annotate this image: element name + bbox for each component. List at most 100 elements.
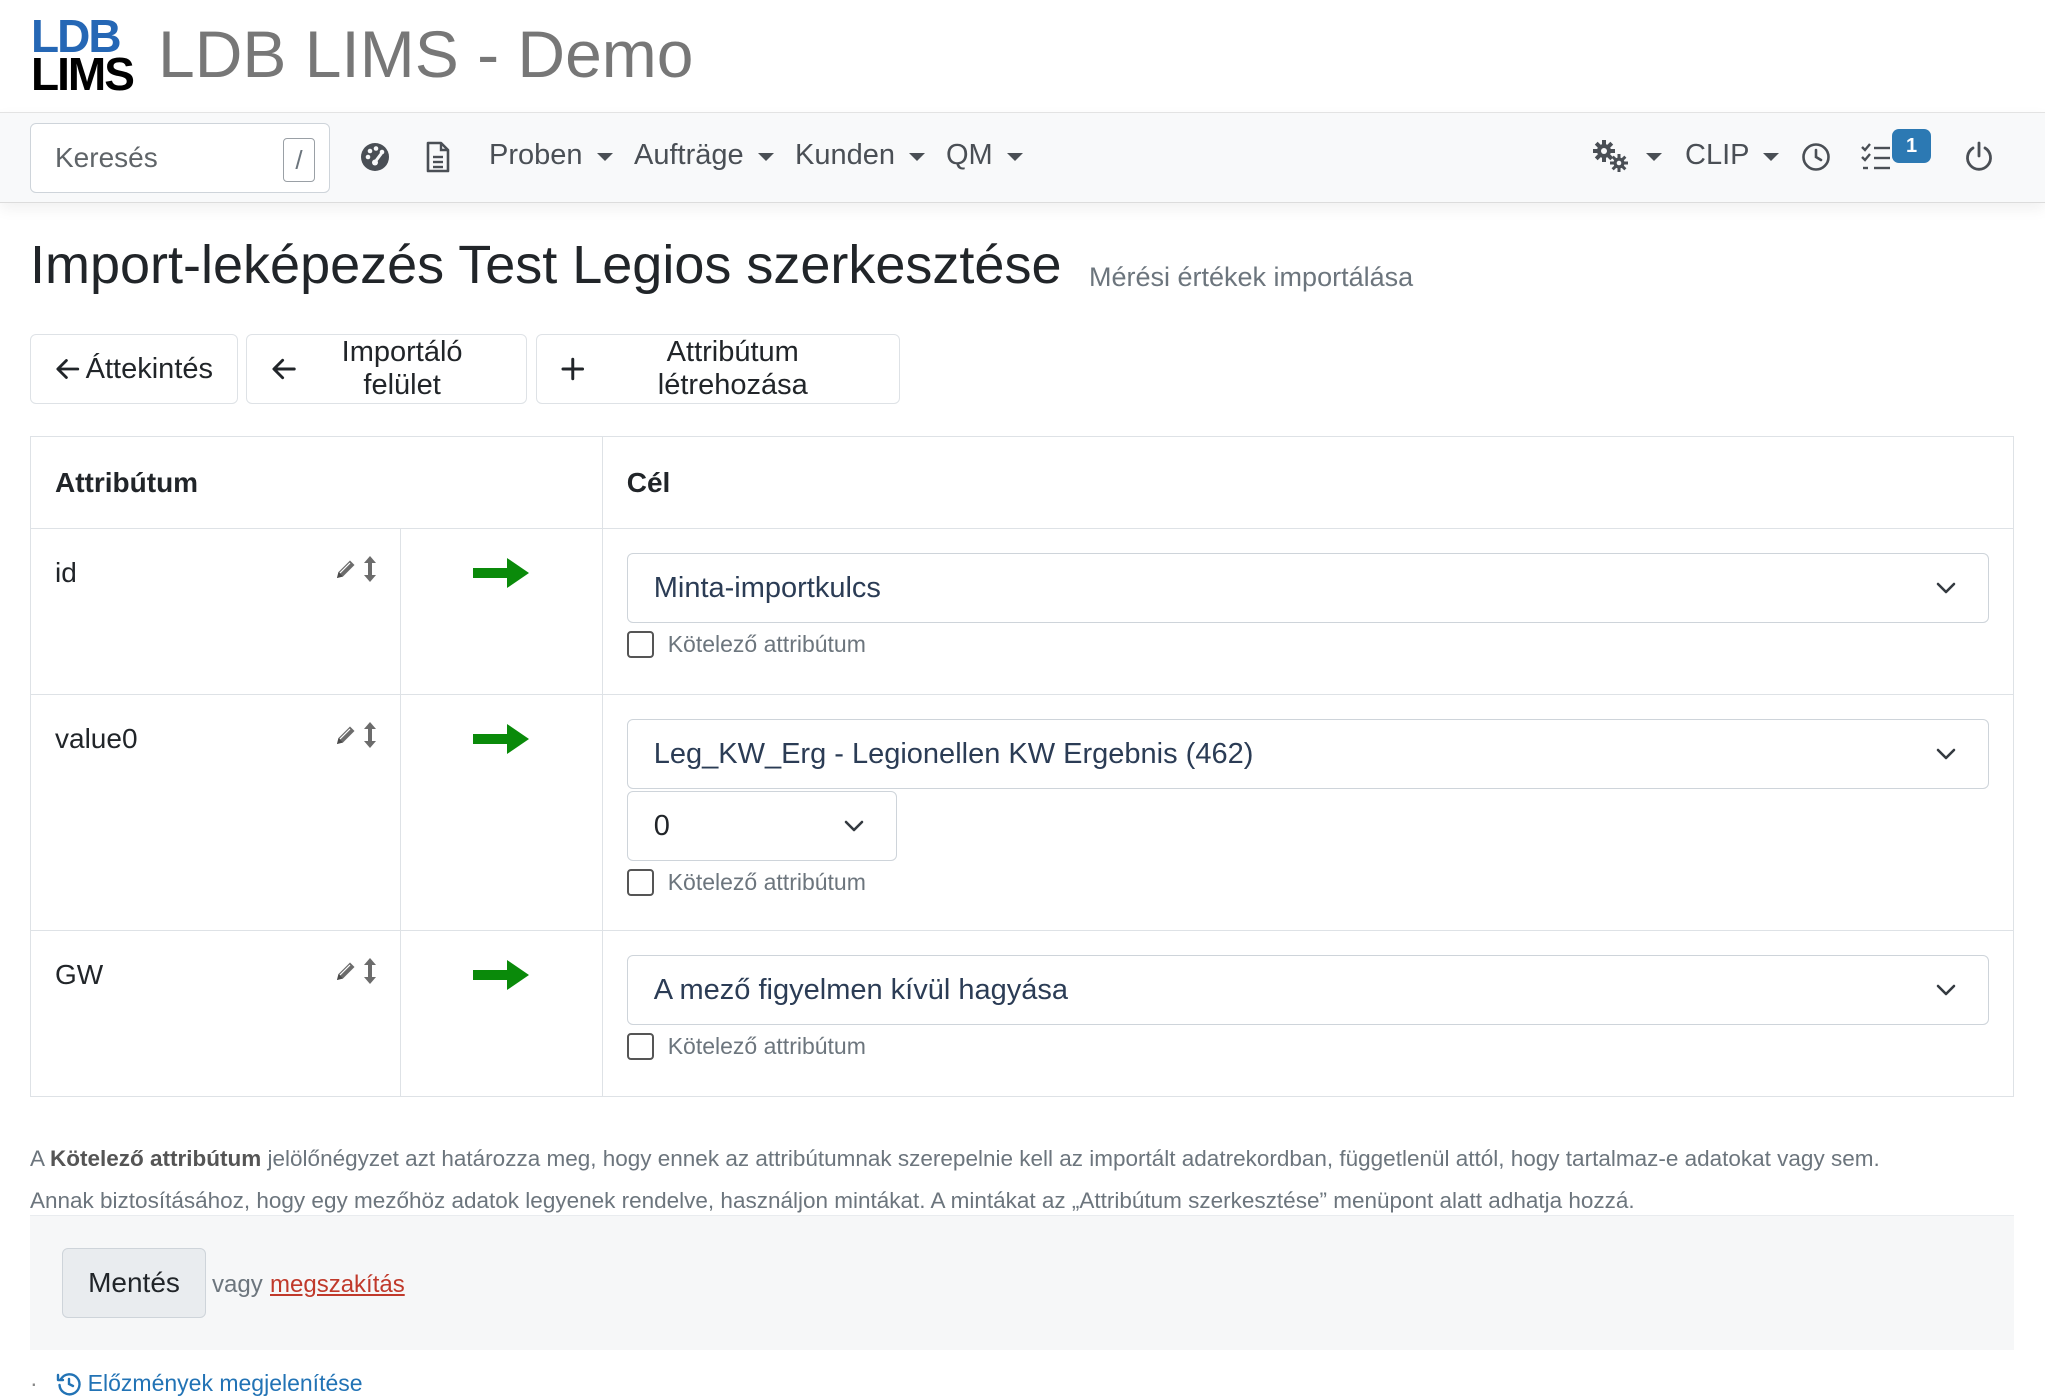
settings-menu[interactable] [1592, 139, 1662, 173]
history-row: · Előzmények megjelenítése [30, 1370, 363, 1397]
index-select-value: 0 [653, 809, 670, 842]
table-row: id Minta-importkulcs Kötelező attribútum [30, 528, 2015, 695]
overview-button-label: Áttekintés [85, 352, 213, 385]
col-header-target: Cél [601, 436, 2015, 529]
required-attribute-checkbox[interactable]: Kötelező attribútum [626, 631, 1989, 658]
overview-button[interactable]: Áttekintés [30, 334, 238, 404]
save-button[interactable]: Mentés [62, 1248, 206, 1318]
page-subtitle: Mérési értékek importálása [1089, 262, 1414, 292]
table-header-row: Attribútum Cél [30, 436, 2015, 529]
checkbox[interactable] [626, 869, 654, 896]
menu-proben[interactable]: Proben [489, 139, 613, 172]
target-select-value: Leg_KW_Erg - Legionellen KW Ergebnis (46… [653, 737, 1254, 770]
chevron-down-icon [1646, 153, 1662, 161]
checkbox[interactable] [626, 631, 654, 658]
menu-clip[interactable]: CLIP [1685, 139, 1780, 172]
document-icon[interactable] [425, 139, 451, 175]
import-view-button[interactable]: Importáló felület [246, 334, 527, 404]
chevron-down-icon [1006, 152, 1023, 161]
arrow-cell [399, 694, 603, 931]
form-actions-bar: Mentés vagy megszakítás [30, 1215, 2014, 1350]
attribute-name: id [55, 557, 77, 588]
pencil-icon[interactable] [334, 959, 358, 983]
chevron-down-icon [1763, 152, 1780, 161]
app-header: LDB LIMS LDB LIMS - Demo [0, 0, 2045, 112]
help-text: A Kötelező attribútum jelölőnégyzet azt … [30, 1138, 2020, 1222]
search-box[interactable]: / [30, 123, 330, 193]
help-line-1-rest: jelölőnégyzet azt határozza meg, hogy en… [261, 1146, 1880, 1171]
drag-handle-icon[interactable] [362, 721, 378, 749]
logo-line2: LIMS [31, 48, 135, 100]
settings-gears-icon [1593, 140, 1628, 172]
tasks-count-badge: 1 [1892, 129, 1931, 163]
target-cell: Minta-importkulcs Kötelező attribútum [601, 528, 2015, 695]
chevron-down-icon [1936, 582, 1956, 594]
drag-handle-icon[interactable] [362, 555, 378, 583]
show-history-link[interactable]: Előzmények megjelenítése [88, 1370, 363, 1397]
or-text: vagy [212, 1271, 263, 1298]
arrow-right-icon [473, 558, 530, 588]
bullet: · [30, 1370, 38, 1396]
pencil-icon[interactable] [334, 557, 358, 581]
clock-icon[interactable] [1801, 139, 1831, 175]
required-attribute-checkbox[interactable]: Kötelező attribútum [626, 1033, 1989, 1060]
menu-qm[interactable]: QM [946, 139, 1023, 172]
dashboard-icon[interactable] [359, 139, 391, 175]
required-attribute-label: Kötelező attribútum [667, 1033, 866, 1059]
chevron-down-icon [596, 152, 613, 161]
arrow-cell [399, 528, 603, 695]
chevron-down-icon [1936, 984, 1956, 996]
col-header-attribute: Attribútum [30, 436, 603, 529]
chevron-down-icon [1936, 748, 1956, 760]
app-title: LDB LIMS - Demo [158, 17, 694, 91]
drag-handle-icon[interactable] [362, 957, 378, 985]
arrow-left-icon [56, 359, 80, 379]
index-select[interactable]: 0 [626, 791, 897, 861]
help-line-1: A Kötelező attribútum jelölőnégyzet azt … [30, 1138, 2020, 1180]
attribute-tools [334, 721, 378, 749]
chevron-down-icon [844, 820, 864, 832]
target-select[interactable]: Leg_KW_Erg - Legionellen KW Ergebnis (46… [626, 719, 1989, 789]
table-row: value0 Leg_KW_Erg - Legionellen KW Ergeb… [30, 694, 2015, 931]
attribute-cell: GW [30, 930, 401, 1097]
required-attribute-label: Kötelező attribútum [667, 869, 866, 895]
target-select-value: Minta-importkulcs [653, 571, 881, 604]
menu-auftraege-label: Aufträge [634, 139, 744, 171]
target-select-value: A mező figyelmen kívül hagyása [653, 973, 1068, 1006]
help-bold-term: Kötelező attribútum [50, 1146, 262, 1171]
target-cell: Leg_KW_Erg - Legionellen KW Ergebnis (46… [601, 694, 2015, 931]
search-input[interactable] [55, 142, 275, 174]
power-icon[interactable] [1964, 139, 1994, 175]
arrow-left-icon [272, 358, 296, 380]
history-icon [56, 1372, 81, 1395]
page-title: Import-leképezés Test Legios szerkesztés… [30, 235, 1062, 295]
menu-auftraege[interactable]: Aufträge [634, 139, 774, 172]
search-shortcut-key: / [283, 138, 315, 182]
menu-kunden-label: Kunden [795, 139, 895, 171]
target-select[interactable]: A mező figyelmen kívül hagyása [626, 955, 1989, 1025]
tasks-icon[interactable] [1860, 139, 1892, 175]
arrow-cell [399, 930, 603, 1097]
import-view-button-label: Importáló felület [341, 336, 463, 401]
menu-clip-label: CLIP [1685, 139, 1750, 171]
chevron-down-icon [909, 152, 925, 161]
ldb-lims-logo[interactable]: LDB LIMS [31, 13, 135, 100]
plus-icon [561, 357, 585, 381]
attribute-cell: id [30, 528, 401, 695]
menu-qm-label: QM [946, 139, 993, 171]
menu-kunden[interactable]: Kunden [795, 139, 925, 172]
attribute-tools [334, 957, 378, 985]
target-cell: A mező figyelmen kívül hagyása Kötelező … [601, 930, 2015, 1097]
pencil-icon[interactable] [334, 723, 358, 747]
attribute-name: GW [55, 959, 104, 990]
table-row: GW A mező figyelmen kívül hagyása Kötele… [30, 930, 2015, 1097]
menu-proben-label: Proben [489, 139, 583, 171]
required-attribute-checkbox[interactable]: Kötelező attribútum [626, 869, 1989, 896]
attribute-cell: value0 [30, 694, 401, 931]
target-select[interactable]: Minta-importkulcs [626, 553, 1989, 623]
chevron-down-icon [757, 152, 774, 161]
checkbox[interactable] [626, 1033, 654, 1060]
create-attribute-button-label: Attribútum létrehozása [657, 336, 808, 401]
cancel-link[interactable]: megszakítás [270, 1271, 405, 1299]
create-attribute-button[interactable]: Attribútum létrehozása [536, 334, 900, 404]
